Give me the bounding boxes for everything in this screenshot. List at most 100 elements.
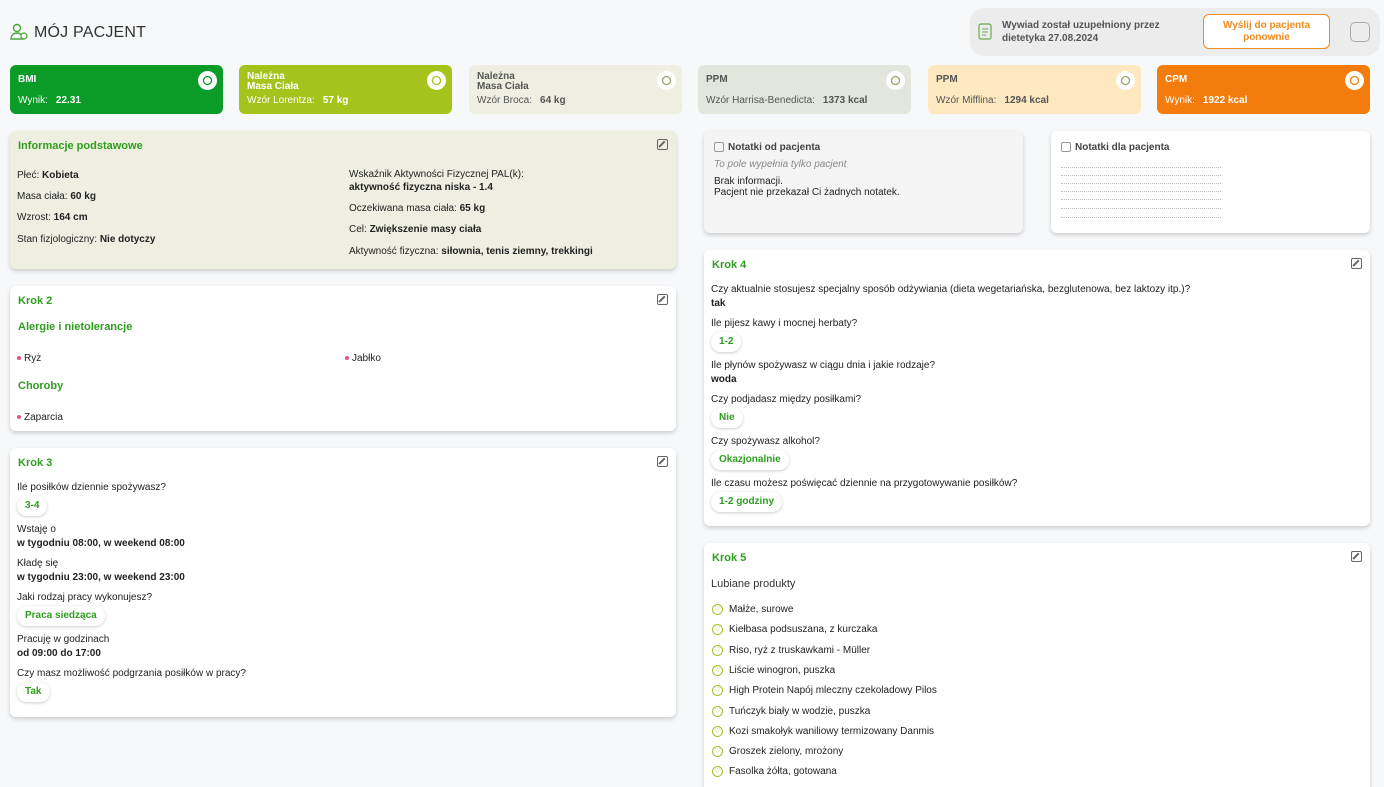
stat-value-row: Wzór Broca: 64 kg bbox=[477, 95, 566, 106]
question: Jaki rodzaj pracy wykonujesz? bbox=[17, 592, 153, 603]
stat-name: CPM bbox=[1165, 74, 1188, 85]
interview-status-box: Wywiad został uzupełniony przez dietetyk… bbox=[970, 8, 1380, 56]
answer-pill: Nie bbox=[711, 408, 743, 428]
answer: woda bbox=[711, 374, 737, 385]
heart-icon: ♡ bbox=[712, 604, 723, 615]
pencil-icon bbox=[714, 142, 724, 153]
notes-for-title: Notatki dla pacjenta bbox=[1061, 142, 1169, 153]
answer-pill: 3-4 bbox=[17, 496, 48, 516]
heart-icon: ♡ bbox=[712, 746, 723, 758]
stat-name: PPM bbox=[936, 74, 958, 85]
question: Czy spożywasz alkohol? bbox=[711, 436, 820, 447]
user-icon bbox=[198, 71, 217, 90]
stat-value-row: Wzór Harrisa-Benedicta: 1373 kcal bbox=[706, 95, 867, 106]
stat-label: Wzór Harrisa-Benedicta: bbox=[706, 95, 815, 106]
liked-product-item: High Protein Napój mleczny czekoladowy P… bbox=[729, 685, 937, 697]
notes-for-patient-card[interactable]: Notatki dla pacjenta bbox=[1051, 131, 1370, 233]
diseases-title: Choroby bbox=[18, 380, 64, 392]
scale-icon bbox=[427, 71, 446, 90]
answer: w tygodniu 08:00, w weekend 08:00 bbox=[17, 538, 185, 549]
notes-from-line: Pacjent nie przekazał Ci żadnych notatek… bbox=[714, 187, 900, 198]
person-icon bbox=[886, 71, 905, 90]
basic-info-title: Informacje podstawowe bbox=[18, 140, 143, 152]
stat-value: 1373 kcal bbox=[822, 95, 868, 106]
question: Czy podjadasz między posiłkami? bbox=[711, 394, 862, 405]
edit-icon[interactable] bbox=[657, 456, 668, 467]
sex-row: Płeć: Kobieta bbox=[17, 170, 79, 181]
liked-products-title: Lubiane produkty bbox=[711, 578, 796, 590]
answer-pill: 1-2 godziny bbox=[711, 492, 783, 512]
answer-pill: Okazjonalnie bbox=[711, 450, 789, 470]
stat-label: Wzór Lorentza: bbox=[247, 95, 315, 106]
stat-value-row: Wynik: 1922 kcal bbox=[1165, 95, 1247, 106]
edit-icon[interactable] bbox=[1351, 551, 1362, 562]
resend-to-patient-button[interactable]: Wyślij do pacjenta ponownie bbox=[1203, 14, 1330, 49]
liked-product-item: Fasolka żółta, gotowana bbox=[729, 766, 837, 778]
notes-from-patient-card: Notatki od pacjenta To pole wypełnia tyl… bbox=[704, 131, 1023, 233]
goal-row: Cel: Zwiększenie masy ciała bbox=[349, 224, 482, 235]
scale-icon bbox=[657, 71, 676, 90]
heart-icon: ♡ bbox=[712, 624, 723, 636]
runner-icon bbox=[1116, 71, 1135, 90]
edit-icon[interactable] bbox=[1351, 258, 1362, 269]
liked-product-item: Kozi smakołyk waniliowy termizowany Danm… bbox=[729, 725, 935, 737]
disease-item: Zaparcia bbox=[17, 412, 63, 423]
pal-value: aktywność fizyczna niska - 1.4 bbox=[349, 182, 493, 193]
answer: w tygodniu 23:00, w weekend 23:00 bbox=[17, 572, 185, 583]
allergies-title: Alergie i nietolerancje bbox=[18, 321, 133, 333]
question: Ile płynów spożywasz w ciągu dnia i jaki… bbox=[711, 360, 936, 371]
stat-card: Należna Masa Ciała Wzór Lorentza: 57 kg bbox=[239, 65, 452, 114]
height-row: Wzrost: 164 cm bbox=[17, 212, 88, 223]
print-icon[interactable] bbox=[1350, 22, 1370, 42]
stat-name: PPM bbox=[706, 74, 728, 85]
stat-name: BMI bbox=[18, 74, 37, 85]
question: Czy masz możliwość podgrzania posiłków w… bbox=[17, 668, 246, 679]
step3-card: Krok 3 Ile posiłków dziennie spożywasz? … bbox=[10, 448, 676, 717]
question: Wstaję o bbox=[17, 524, 56, 535]
interview-status-text: Wywiad został uzupełniony przez dietetyk… bbox=[1002, 20, 1160, 44]
activity-row: Aktywność fizyczna: siłownia, tenis ziem… bbox=[349, 246, 593, 257]
stat-value: 22.31 bbox=[55, 95, 81, 106]
physiological-state-row: Stan fizjologiczny: Nie dotyczy bbox=[17, 234, 156, 245]
document-icon bbox=[978, 23, 992, 40]
edit-icon[interactable] bbox=[657, 294, 668, 305]
question: Ile posiłków dziennie spożywasz? bbox=[17, 482, 166, 493]
edit-icon[interactable] bbox=[657, 139, 668, 150]
stat-card: CPM Wynik: 1922 kcal bbox=[1157, 65, 1370, 114]
liked-product-item: Riso, ryż z truskawkami - Müller bbox=[729, 644, 871, 656]
stat-label: Wzór Mifflina: bbox=[936, 95, 997, 106]
question: Pracuję w godzinach bbox=[17, 634, 110, 645]
step2-card: Krok 2 Alergie i nietolerancje Ryż Jabłk… bbox=[10, 286, 676, 431]
stat-value: 1922 kcal bbox=[1202, 95, 1248, 106]
notes-from-line: Brak informacji. bbox=[714, 176, 783, 187]
answer-pill: Tak bbox=[17, 682, 50, 702]
question: Ile pijesz kawy i mocnej herbaty? bbox=[711, 318, 858, 329]
liked-product-item: Liście winogron, puszka bbox=[729, 664, 836, 676]
question: Czy aktualnie stosujesz specjalny sposób… bbox=[711, 284, 1191, 295]
stat-value: 1294 kcal bbox=[1004, 95, 1049, 106]
stat-name: Należna Masa Ciała bbox=[247, 71, 299, 92]
stat-label: Wynik: bbox=[18, 95, 48, 106]
notes-from-hint: To pole wypełnia tylko pacjent bbox=[714, 159, 847, 170]
answer: od 09:00 do 17:00 bbox=[17, 648, 101, 659]
allergy-item: Jabłko bbox=[345, 353, 381, 364]
food-icon bbox=[1345, 71, 1364, 90]
stat-card: PPM Wzór Mifflina: 1294 kcal bbox=[928, 65, 1141, 114]
heart-icon: ♡ bbox=[712, 644, 723, 656]
stat-card: Należna Masa Ciała Wzór Broca: 64 kg bbox=[469, 65, 682, 114]
step5-title: Krok 5 bbox=[712, 552, 747, 564]
pencil-icon bbox=[1061, 142, 1071, 153]
answer-pill: 1-2 bbox=[711, 332, 742, 352]
liked-product-item: Groszek zielony, mrożony bbox=[729, 746, 844, 758]
heart-icon: ♡ bbox=[712, 685, 723, 697]
stat-label: Wynik: bbox=[1165, 95, 1195, 106]
page-title: MÓJ PACJENT bbox=[34, 24, 147, 41]
heart-icon: ♡ bbox=[712, 725, 723, 737]
stat-value: 64 kg bbox=[540, 95, 566, 106]
pal-label: Wskaźnik Aktywności Fizycznej PAL(k): bbox=[349, 169, 524, 180]
stat-value-row: Wzór Lorentza: 57 kg bbox=[247, 95, 348, 106]
step5-card: Krok 5 Lubiane produkty ♡ Małże, surowe ♡ K… bbox=[704, 543, 1370, 787]
allergy-item: Ryż bbox=[17, 353, 41, 364]
basic-info-card: Informacje podstawowe Płeć: Kobieta Masa… bbox=[10, 131, 676, 269]
stat-card: BMI Wynik: 22.31 bbox=[10, 65, 223, 114]
